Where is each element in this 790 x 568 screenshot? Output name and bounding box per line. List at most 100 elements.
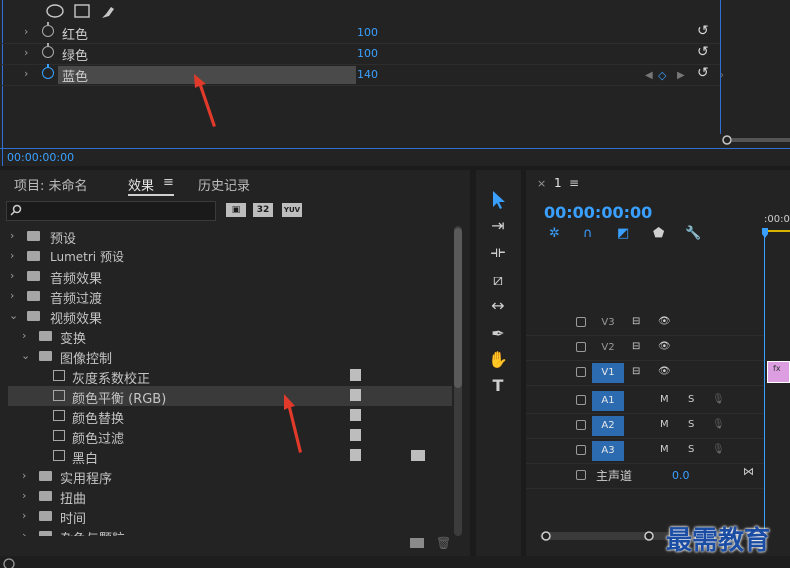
track-label[interactable]: A3 — [592, 441, 624, 461]
stopwatch-icon[interactable] — [42, 64, 54, 79]
tree-item-gamma-correction[interactable]: 灰度系数校正 — [8, 366, 452, 387]
menu-icon[interactable]: ≡ — [163, 175, 174, 190]
tab-project[interactable]: 项目: 未命名 — [14, 175, 88, 194]
track-a3[interactable]: A3 M S 🎙 — [526, 439, 764, 464]
master-volume[interactable]: 0.0 — [672, 469, 690, 482]
track-label[interactable]: V1 — [592, 363, 624, 383]
timecode[interactable]: 00:00:00:00 — [7, 151, 74, 164]
razor-tool-icon[interactable]: ⧄ — [486, 270, 510, 290]
tree-item-lumetri-presets[interactable]: › Lumetri 预设 — [8, 246, 452, 266]
go-to-in-out-icon[interactable]: ⋈ — [743, 465, 754, 478]
track-label[interactable]: V3 — [592, 313, 624, 333]
lock-icon[interactable] — [576, 395, 586, 405]
tab-history[interactable]: 历史记录 — [198, 175, 250, 194]
tree-item-color-pass[interactable]: 颜色过滤 — [8, 426, 452, 447]
property-row-red[interactable]: › 红色 100 ↺ — [0, 22, 720, 44]
chevron-right-icon[interactable]: › — [24, 46, 28, 59]
property-row-blue[interactable]: › 蓝色 140 ↺ — [0, 64, 720, 86]
reset-icon[interactable]: ↺ — [697, 44, 709, 60]
eye-icon[interactable]: 👁 — [658, 316, 671, 327]
tree-item-distort[interactable]: › 扭曲 — [8, 486, 452, 507]
mic-icon[interactable]: 🎙 — [712, 394, 725, 405]
chevron-right-icon[interactable]: › — [22, 529, 26, 536]
accelerated-effects-filter-icon[interactable]: ▣ — [226, 203, 246, 217]
sequence-tab[interactable]: 1 — [554, 176, 562, 190]
lock-icon[interactable] — [576, 342, 586, 352]
close-tab-icon[interactable]: × — [537, 177, 546, 190]
next-keyframe-icon[interactable]: ▶ — [677, 70, 685, 81]
linked-selection-icon[interactable]: ◩ — [617, 226, 629, 241]
property-value[interactable]: 100 — [357, 26, 378, 39]
lock-icon[interactable] — [576, 367, 586, 377]
track-label[interactable]: A1 — [592, 391, 624, 411]
mute-button[interactable]: M — [660, 419, 669, 430]
chevron-right-icon[interactable]: › — [22, 509, 26, 522]
scroll-handle-left[interactable] — [540, 530, 552, 542]
lock-icon[interactable] — [576, 445, 586, 455]
track-v1[interactable]: V1 ⊟ 👁 — [526, 361, 764, 386]
tree-item-transform[interactable]: › 变换 — [8, 326, 452, 347]
chevron-right-icon[interactable]: › — [10, 289, 14, 302]
rectangle-icon[interactable] — [74, 4, 90, 18]
chevron-right-icon[interactable]: › — [22, 489, 26, 502]
track-label[interactable]: V2 — [592, 338, 624, 358]
sync-lock-icon[interactable]: ⊟ — [632, 366, 640, 377]
tree-item-color-balance-rgb[interactable]: 颜色平衡 (RGB) — [8, 386, 452, 407]
search-input[interactable] — [6, 201, 216, 221]
chevron-down-icon[interactable]: ⌄ — [9, 309, 18, 322]
solo-button[interactable]: S — [688, 419, 694, 430]
mute-button[interactable]: M — [660, 444, 669, 455]
chevron-right-icon[interactable]: › — [22, 329, 26, 342]
chevron-right-icon[interactable]: › — [24, 67, 28, 80]
eye-icon[interactable]: 👁 — [658, 341, 671, 352]
lock-icon[interactable] — [576, 470, 586, 480]
track-label[interactable]: A2 — [592, 416, 624, 436]
mic-icon[interactable]: 🎙 — [712, 444, 725, 455]
add-keyframe-icon[interactable]: ◇ — [658, 69, 666, 82]
tree-item-color-replace[interactable]: 颜色替换 — [8, 406, 452, 427]
new-folder-icon[interactable] — [410, 538, 424, 548]
lock-icon[interactable] — [576, 317, 586, 327]
chevron-right-icon[interactable]: › — [22, 469, 26, 482]
wrench-icon[interactable]: 🔧 — [685, 226, 701, 241]
stopwatch-icon[interactable] — [42, 22, 54, 37]
track-a2[interactable]: A2 M S 🎙 — [526, 414, 764, 439]
slip-tool-icon[interactable]: ↔ — [486, 296, 510, 316]
eye-icon[interactable]: 👁 — [658, 366, 671, 377]
reset-icon[interactable]: ↺ — [697, 65, 709, 81]
prev-keyframe-icon[interactable]: ◀ — [645, 70, 653, 81]
yuv-filter-badge[interactable]: YUV — [282, 203, 302, 217]
timeline-timecode[interactable]: 00:00:00:00 — [544, 203, 652, 222]
pen-icon[interactable] — [100, 4, 116, 20]
tree-item-video-effects[interactable]: ⌄ 视频效果 — [8, 306, 452, 327]
track-select-tool-icon[interactable]: ⇥ — [486, 216, 510, 236]
property-value[interactable]: 140 — [357, 68, 378, 81]
mute-button[interactable]: M — [660, 394, 669, 405]
tree-item-audio-effects[interactable]: › 音频效果 — [8, 266, 452, 287]
ellipse-icon[interactable] — [46, 4, 64, 18]
nest-icon[interactable]: ✲ — [549, 226, 560, 241]
stopwatch-icon[interactable] — [42, 43, 54, 58]
type-tool-icon[interactable]: T — [486, 376, 510, 396]
ripple-edit-tool-icon[interactable]: ⟛ — [486, 242, 510, 262]
reset-icon[interactable]: ↺ — [697, 23, 709, 39]
tree-item-black-white[interactable]: 黑白 — [8, 446, 452, 467]
chevron-right-icon[interactable]: › — [10, 249, 14, 262]
chevron-right-icon[interactable]: › — [10, 229, 14, 242]
solo-button[interactable]: S — [688, 444, 694, 455]
chevron-right-icon[interactable]: › — [24, 25, 28, 38]
snap-icon[interactable]: ∩ — [583, 226, 593, 241]
scrollbar-thumb[interactable] — [454, 228, 462, 388]
video-clip[interactable]: fx — [767, 361, 790, 383]
track-v3[interactable]: V3 ⊟ 👁 — [526, 311, 764, 336]
track-v2[interactable]: V2 ⊟ 👁 — [526, 336, 764, 361]
selection-tool-icon[interactable] — [490, 190, 508, 210]
mic-icon[interactable]: 🎙 — [712, 419, 725, 430]
tree-item-presets[interactable]: › 预设 — [8, 226, 452, 247]
tab-effects[interactable]: 效果 — [128, 175, 154, 194]
sync-lock-icon[interactable]: ⊟ — [632, 341, 640, 352]
tree-item-audio-transitions[interactable]: › 音频过渡 — [8, 286, 452, 307]
scroll-handle-right[interactable] — [643, 530, 655, 542]
delete-icon[interactable]: 🗑 — [436, 536, 451, 550]
solo-button[interactable]: S — [688, 394, 694, 405]
